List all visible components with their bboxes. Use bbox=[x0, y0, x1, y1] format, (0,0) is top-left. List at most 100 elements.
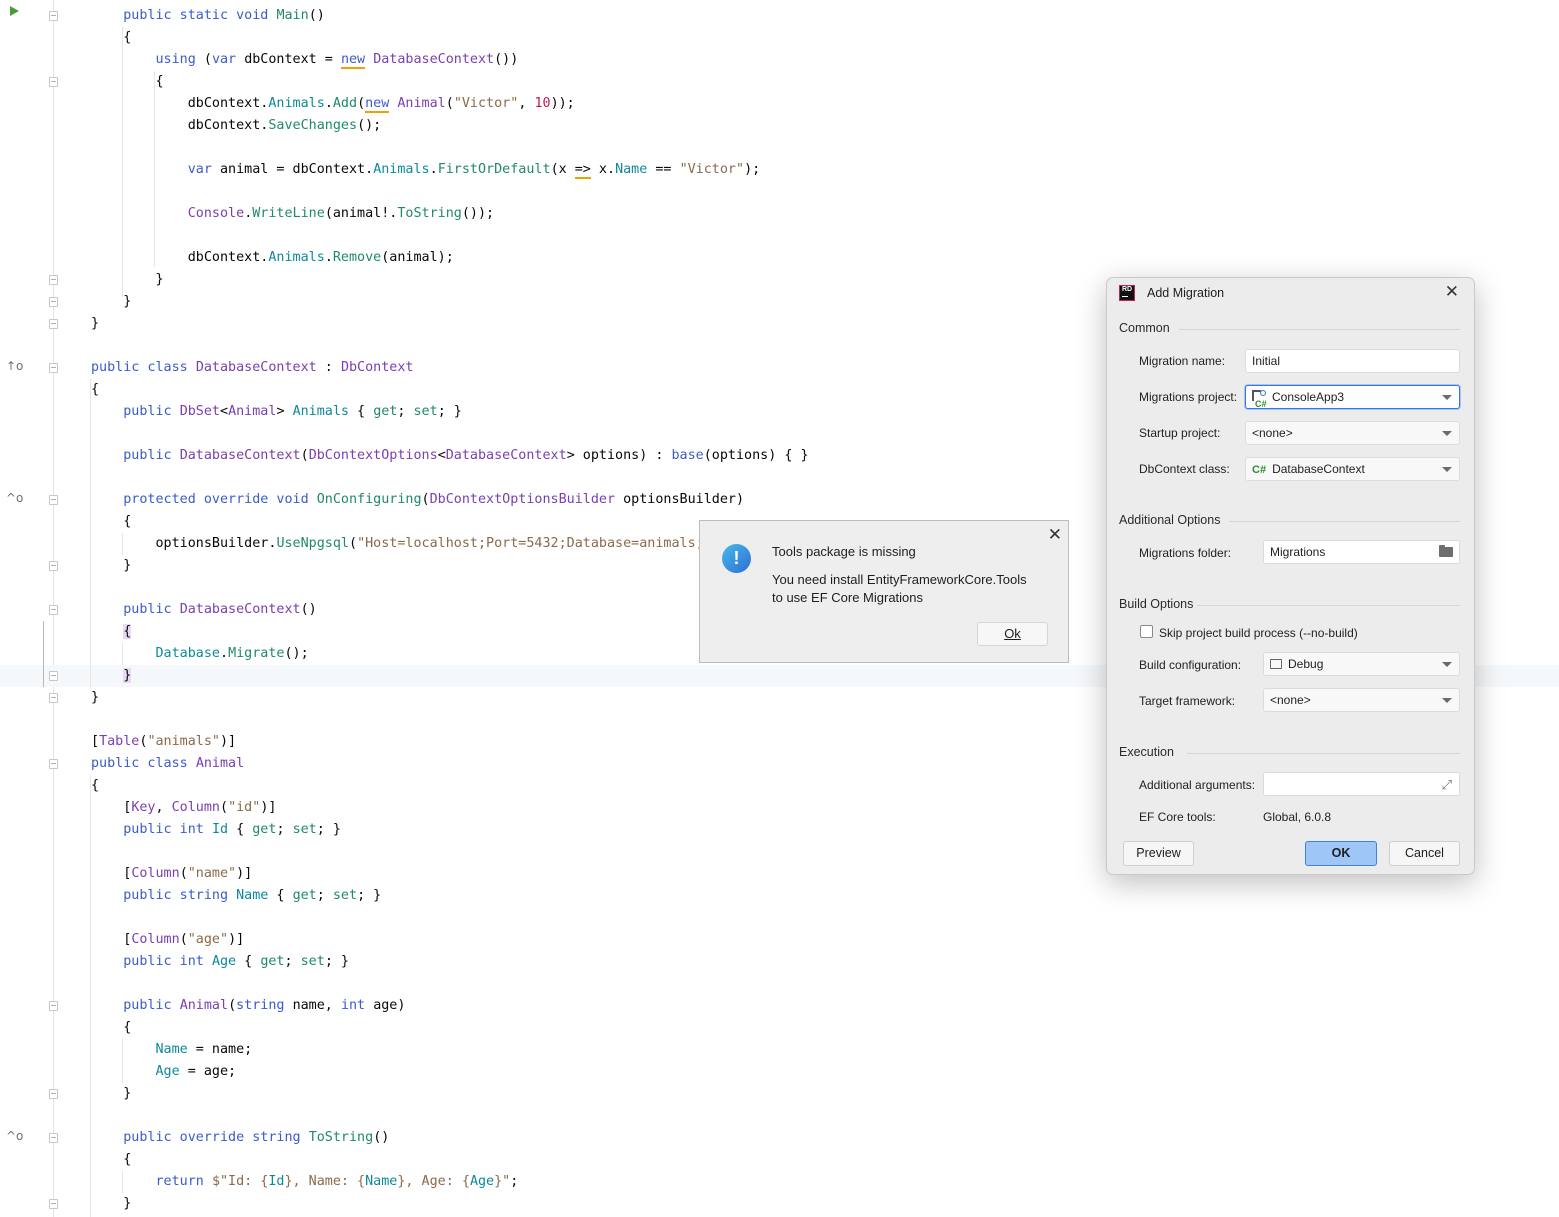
code-line[interactable]: return $"Id: {Id}, Name: {Name}, Age: {A… bbox=[0, 1171, 1559, 1193]
code-token: } bbox=[91, 1086, 132, 1101]
code-line[interactable]: public static void Main() bbox=[0, 5, 1559, 27]
indent-guide bbox=[154, 71, 155, 267]
code-text: { bbox=[91, 27, 131, 49]
code-token: Animals bbox=[268, 250, 325, 265]
code-token: "id" bbox=[228, 800, 261, 815]
fold-marker-icon[interactable] bbox=[49, 561, 58, 571]
code-token: (options) { } bbox=[703, 448, 809, 463]
code-line[interactable]: } bbox=[0, 1083, 1559, 1105]
code-token: ()) bbox=[494, 52, 519, 67]
code-line[interactable]: public int Age { get; set; } bbox=[0, 951, 1559, 973]
override-icon[interactable]: ^o bbox=[6, 491, 23, 505]
code-line[interactable]: public override string ToString() bbox=[0, 1127, 1559, 1149]
migrations-project-label: Migrations project: bbox=[1139, 390, 1238, 404]
code-line[interactable]: } bbox=[0, 1193, 1559, 1215]
code-line[interactable]: var animal = dbContext.Animals.FirstOrDe… bbox=[0, 159, 1559, 181]
migration-name-input[interactable]: Initial bbox=[1245, 349, 1460, 373]
alert-message-line: to use EF Core Migrations bbox=[772, 590, 924, 605]
code-token: == bbox=[647, 162, 680, 177]
fold-marker-icon[interactable] bbox=[49, 605, 58, 615]
migrations-folder-input[interactable]: Migrations bbox=[1263, 540, 1460, 564]
startup-project-select[interactable]: <none> bbox=[1245, 421, 1460, 445]
code-text: Console.WriteLine(animal!.ToString()); bbox=[91, 203, 494, 225]
cancel-button[interactable]: Cancel bbox=[1389, 841, 1460, 866]
fold-marker-icon[interactable] bbox=[49, 275, 58, 285]
code-text: } bbox=[91, 313, 99, 335]
code-token: FirstOrDefault bbox=[437, 162, 551, 177]
code-line[interactable]: { bbox=[0, 27, 1559, 49]
code-text: optionsBuilder.UseNpgsql("Host=localhost… bbox=[91, 533, 703, 555]
code-token: { bbox=[228, 822, 253, 837]
fold-marker-icon[interactable] bbox=[49, 319, 58, 329]
skip-build-checkbox[interactable] bbox=[1140, 625, 1153, 638]
code-token: , bbox=[155, 800, 172, 815]
build-config-select[interactable]: Debug bbox=[1263, 652, 1460, 676]
code-token: Animal bbox=[195, 756, 245, 771]
code-line[interactable]: [Column("age")] bbox=[0, 929, 1559, 951]
code-text: { bbox=[91, 621, 132, 643]
ef-tools-label: EF Core tools: bbox=[1139, 810, 1216, 824]
close-icon[interactable]: ✕ bbox=[1048, 525, 1062, 545]
code-line[interactable]: using (var dbContext = new DatabaseConte… bbox=[0, 49, 1559, 71]
override-icon[interactable]: ^o bbox=[6, 1129, 23, 1143]
fold-marker-icon[interactable] bbox=[49, 297, 58, 307]
fold-marker-icon[interactable] bbox=[49, 1001, 58, 1011]
expand-icon[interactable]: ⤢ bbox=[1442, 774, 1452, 796]
code-line[interactable]: Age = age; bbox=[0, 1061, 1559, 1083]
migrations-project-select[interactable]: C# ConsoleApp3 bbox=[1245, 385, 1460, 409]
dbcontext-select[interactable]: C# DatabaseContext bbox=[1245, 457, 1460, 481]
additional-args-input[interactable]: ⤢ bbox=[1263, 772, 1460, 796]
code-token: return bbox=[155, 1174, 212, 1189]
skip-build-label[interactable]: Skip project build process (--no-build) bbox=[1159, 626, 1358, 640]
fold-marker-icon[interactable] bbox=[49, 11, 58, 21]
code-token: age) bbox=[373, 998, 406, 1013]
close-icon[interactable]: ✕ bbox=[1445, 282, 1459, 302]
code-line[interactable]: dbContext.Animals.Remove(animal); bbox=[0, 247, 1559, 269]
code-line[interactable]: Name = name; bbox=[0, 1039, 1559, 1061]
code-line[interactable]: dbContext.Animals.Add(new Animal("Victor… bbox=[0, 93, 1559, 115]
code-text: return $"Id: {Id}, Name: {Name}, Age: {A… bbox=[91, 1171, 519, 1193]
target-framework-select[interactable]: <none> bbox=[1263, 688, 1460, 712]
preview-button[interactable]: Preview bbox=[1123, 841, 1194, 866]
code-line[interactable]: { bbox=[0, 1149, 1559, 1171]
code-token: Database bbox=[155, 646, 221, 661]
ok-button[interactable]: OK bbox=[1305, 841, 1377, 866]
code-token: }, Age: { bbox=[397, 1174, 470, 1189]
code-text: protected override void OnConfiguring(Db… bbox=[91, 489, 744, 511]
code-token: var bbox=[211, 52, 245, 67]
folder-open-icon[interactable] bbox=[1439, 545, 1453, 557]
csharp-project-icon: C# bbox=[1252, 390, 1267, 409]
fold-marker-icon[interactable] bbox=[49, 671, 58, 681]
chevron-down-icon bbox=[1442, 395, 1452, 400]
code-line[interactable]: { bbox=[0, 1017, 1559, 1039]
fold-marker-icon[interactable] bbox=[49, 759, 58, 769]
fold-marker-icon[interactable] bbox=[49, 77, 58, 87]
code-line[interactable]: dbContext.SaveChanges(); bbox=[0, 115, 1559, 137]
code-token: )] bbox=[260, 800, 277, 815]
code-line[interactable]: public Animal(string name, int age) bbox=[0, 995, 1559, 1017]
code-token: ; } bbox=[324, 954, 349, 969]
code-token: () bbox=[300, 602, 317, 617]
code-token: set bbox=[332, 888, 358, 903]
code-line[interactable]: Console.WriteLine(animal!.ToString()); bbox=[0, 203, 1559, 225]
implements-icon[interactable]: ↑o bbox=[6, 359, 23, 373]
fold-marker-icon[interactable] bbox=[49, 495, 58, 505]
code-line[interactable]: { bbox=[0, 71, 1559, 93]
code-token: } bbox=[123, 668, 132, 683]
fold-marker-icon[interactable] bbox=[49, 1199, 58, 1209]
code-token: get bbox=[252, 822, 277, 837]
code-line[interactable]: public string Name { get; set; } bbox=[0, 885, 1559, 907]
code-token: Add bbox=[332, 96, 358, 111]
fold-marker-icon[interactable] bbox=[49, 1089, 58, 1099]
fold-marker-icon[interactable] bbox=[49, 363, 58, 373]
ok-button[interactable]: Ok bbox=[977, 622, 1048, 646]
code-token: Name bbox=[365, 1174, 398, 1189]
fold-marker-icon[interactable] bbox=[49, 693, 58, 703]
fold-marker-icon[interactable] bbox=[49, 1133, 58, 1143]
code-text: { bbox=[91, 1149, 131, 1171]
csharp-class-icon: C# bbox=[1252, 464, 1267, 476]
code-token: { bbox=[91, 778, 100, 793]
